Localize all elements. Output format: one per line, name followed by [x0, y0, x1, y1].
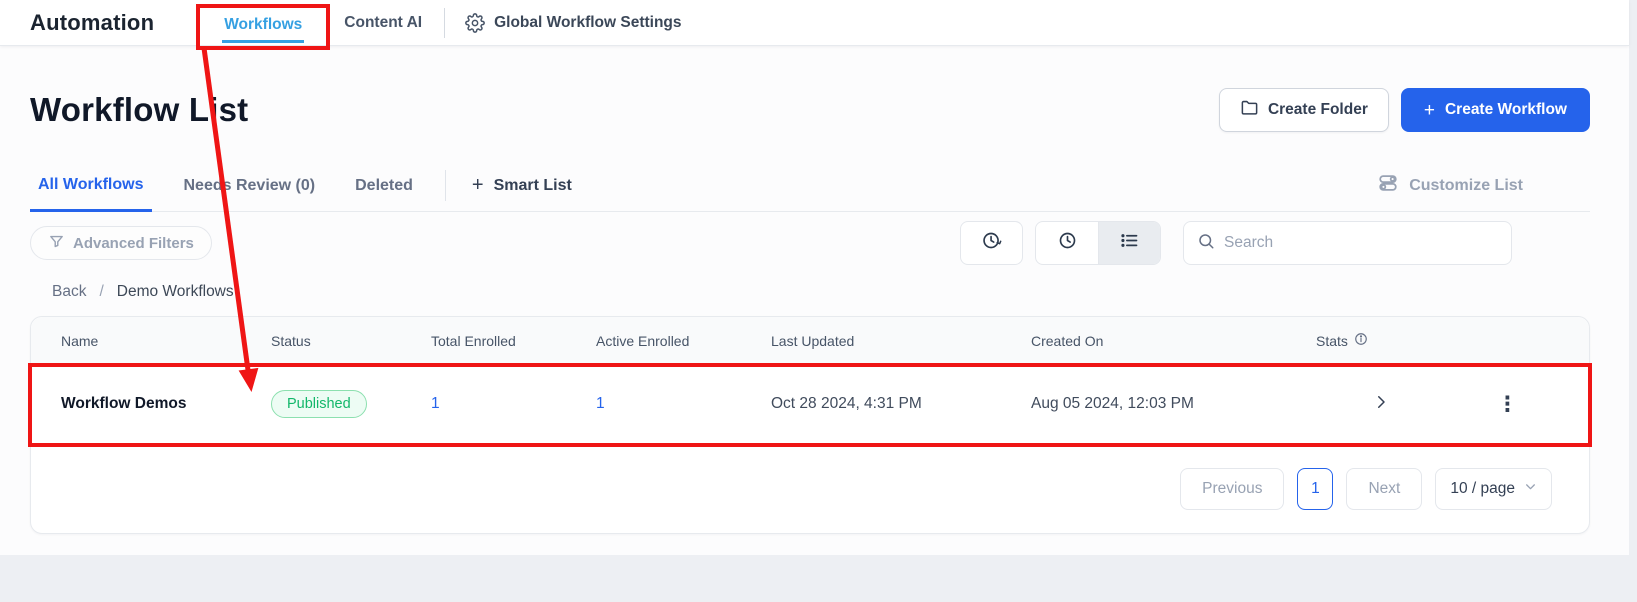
- create-folder-label: Create Folder: [1268, 101, 1368, 119]
- stats-expand-button[interactable]: [1316, 393, 1446, 416]
- create-folder-button[interactable]: Create Folder: [1219, 88, 1389, 132]
- row-menu-cell: ⋮: [1446, 394, 1569, 415]
- list-tabs-row: All Workflows Needs Review (0) Deleted +…: [30, 160, 1590, 212]
- app-title: Automation: [30, 10, 154, 36]
- create-workflow-button[interactable]: + Create Workflow: [1401, 88, 1590, 132]
- global-workflow-settings[interactable]: Global Workflow Settings: [465, 13, 681, 33]
- plus-icon: +: [1424, 101, 1435, 120]
- chevron-down-icon: [1524, 480, 1537, 498]
- status-cell: Published: [271, 390, 431, 418]
- create-workflow-label: Create Workflow: [1445, 101, 1567, 119]
- recent-view-button[interactable]: [1036, 222, 1098, 264]
- active-enrolled-link[interactable]: 1: [596, 395, 771, 413]
- column-header-stats: Stats: [1316, 332, 1446, 349]
- header-actions: Create Folder + Create Workflow: [1219, 88, 1590, 132]
- list-view-button[interactable]: [1098, 222, 1160, 264]
- advanced-filters-label: Advanced Filters: [73, 235, 194, 252]
- status-badge: Published: [271, 390, 367, 418]
- breadcrumb-current-folder[interactable]: Demo Workflows: [117, 283, 234, 301]
- pagination: Previous 1 Next 10 / page: [31, 443, 1589, 510]
- tab-workflows[interactable]: Workflows: [222, 7, 304, 43]
- view-toggle-group: [1035, 221, 1161, 265]
- kebab-menu-icon[interactable]: ⋮: [1497, 394, 1518, 415]
- total-enrolled-link[interactable]: 1: [431, 395, 596, 413]
- page-size-label: 10 / page: [1450, 480, 1515, 498]
- column-header-last-updated: Last Updated: [771, 333, 1031, 349]
- page-header: Workflow List Create Folder + Create Wor…: [30, 46, 1590, 132]
- toolbar: Advanced Filters: [30, 220, 1590, 266]
- workflow-list-page: Workflow List Create Folder + Create Wor…: [0, 46, 1629, 555]
- history-icon: [981, 230, 1002, 256]
- created-on-value: Aug 05 2024, 12:03 PM: [1031, 395, 1316, 413]
- clock-icon: [1057, 230, 1078, 256]
- stats-header-label: Stats: [1316, 333, 1348, 349]
- top-nav-bar: Automation Workflows Content AI Global W…: [0, 0, 1629, 46]
- tab-content-ai[interactable]: Content AI: [344, 14, 422, 32]
- search-box: [1183, 221, 1512, 265]
- column-header-total-enrolled: Total Enrolled: [431, 333, 596, 349]
- chevron-right-icon: [1372, 393, 1390, 416]
- column-header-status: Status: [271, 333, 431, 349]
- page-title: Workflow List: [30, 91, 248, 129]
- column-header-created-on: Created On: [1031, 333, 1316, 349]
- annotation-red-box-workflows: Workflows: [196, 4, 330, 50]
- plus-icon: +: [472, 174, 484, 197]
- column-header-active-enrolled: Active Enrolled: [596, 333, 771, 349]
- workflow-name-link[interactable]: Workflow Demos: [61, 395, 271, 413]
- smart-list-label: Smart List: [494, 177, 572, 195]
- global-workflow-settings-label: Global Workflow Settings: [494, 14, 681, 32]
- topbar-divider: [444, 8, 445, 38]
- customize-list-label: Customize List: [1409, 177, 1523, 195]
- list-view-icon: [1119, 230, 1140, 256]
- search-icon: [1197, 232, 1215, 255]
- page-size-select[interactable]: 10 / page: [1435, 468, 1552, 510]
- table-header-row: Name Status Total Enrolled Active Enroll…: [31, 317, 1589, 365]
- tab-deleted[interactable]: Deleted: [347, 160, 421, 211]
- customize-list-button[interactable]: Customize List: [1377, 160, 1523, 211]
- info-icon[interactable]: [1354, 332, 1368, 349]
- toggles-icon: [1377, 172, 1399, 199]
- gear-icon: [465, 13, 485, 33]
- previous-page-button[interactable]: Previous: [1180, 468, 1284, 510]
- tab-needs-review[interactable]: Needs Review (0): [176, 160, 324, 211]
- folder-icon: [1240, 98, 1259, 122]
- breadcrumb: Back / Demo Workflows: [30, 283, 1590, 301]
- tab-all-workflows[interactable]: All Workflows: [30, 160, 152, 212]
- enrollment-history-button[interactable]: [960, 221, 1023, 265]
- automation-app: Automation Workflows Content AI Global W…: [0, 0, 1629, 555]
- last-updated-value: Oct 28 2024, 4:31 PM: [771, 395, 1031, 413]
- toolbar-right: [960, 221, 1512, 265]
- search-input[interactable]: [1224, 234, 1498, 252]
- column-header-name: Name: [61, 333, 271, 349]
- breadcrumb-separator: /: [99, 283, 103, 301]
- workflow-table-card: Name Status Total Enrolled Active Enroll…: [30, 316, 1590, 534]
- page-number-button[interactable]: 1: [1297, 468, 1333, 510]
- filter-icon: [48, 233, 65, 254]
- smart-list-button[interactable]: + Smart List: [466, 160, 578, 211]
- tabs-divider: [445, 170, 446, 201]
- table-row-workflow-demos[interactable]: Workflow Demos Published 1 1 Oct 28 2024…: [31, 365, 1589, 443]
- breadcrumb-back[interactable]: Back: [52, 283, 86, 301]
- advanced-filters-button[interactable]: Advanced Filters: [30, 226, 212, 260]
- next-page-button[interactable]: Next: [1346, 468, 1422, 510]
